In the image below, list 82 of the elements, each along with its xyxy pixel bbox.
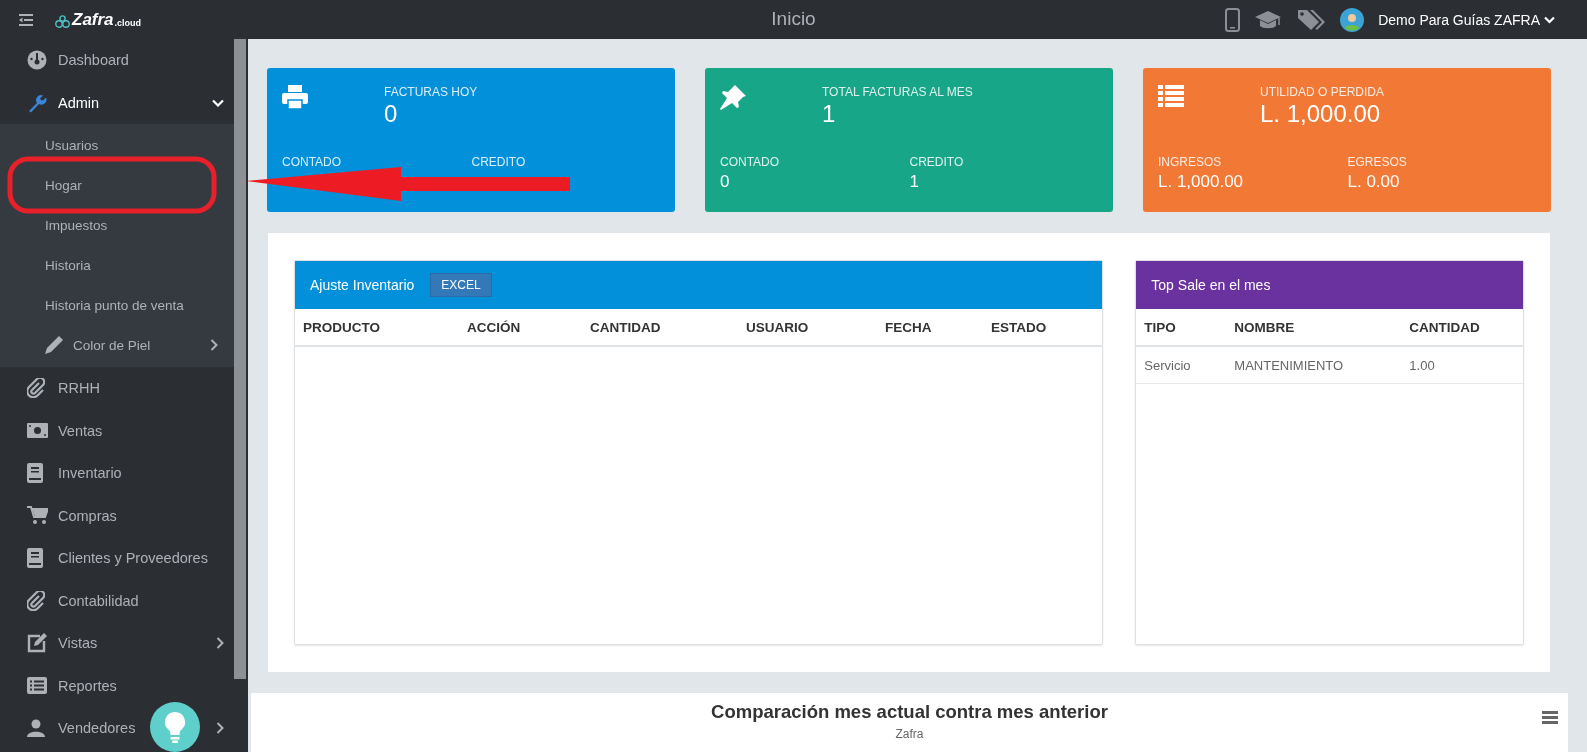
nav-item[interactable]: Dashboard: [0, 39, 234, 82]
edit-icon: [27, 633, 47, 654]
banknote-icon: [27, 423, 48, 439]
stat-value: 0: [720, 172, 731, 192]
stat-label: CREDITO: [909, 155, 965, 169]
logo[interactable]: Zafra.cloud: [55, 10, 142, 29]
menu-icon[interactable]: [19, 13, 33, 26]
paperclip-icon: [27, 590, 45, 611]
column-header: NOMBRE: [1234, 319, 1296, 335]
stat-value: L. 1,000.00: [1158, 172, 1245, 192]
column-header: CANTIDAD: [1409, 319, 1481, 335]
stat-label: CONTADO: [282, 155, 343, 169]
logo-suffix: .cloud: [114, 16, 142, 29]
submenu-item[interactable]: Impuestos: [0, 205, 234, 245]
submenu-item[interactable]: Historia: [0, 245, 234, 285]
user-icon: [27, 719, 45, 738]
table-cell-text: MANTENIMIENTO: [1234, 357, 1345, 373]
stat-label: INGRESOS: [1158, 155, 1223, 169]
wrench-icon: [27, 92, 47, 113]
nav-item[interactable]: Vendedores: [0, 707, 234, 750]
stat-label: CREDITO: [471, 155, 527, 169]
chevron-right-icon: [210, 339, 218, 351]
user-menu[interactable]: Demo Para Guías ZAFRA: [1378, 11, 1555, 28]
stat-value: 0: [384, 100, 399, 128]
book-icon: [27, 463, 43, 484]
column-header: ACCIÓN: [467, 319, 522, 335]
lightbulb-icon: [164, 711, 186, 743]
phone-icon[interactable]: [1225, 7, 1241, 32]
paperclip-icon: [27, 378, 45, 399]
table-cell-text: Servicio: [1144, 357, 1192, 373]
column-header: ESTADO: [991, 319, 1048, 335]
nav-item[interactable]: Ventas: [0, 409, 234, 452]
chevron-down-icon: [1544, 15, 1555, 24]
submenu-item[interactable]: Historia punto de venta: [0, 285, 234, 325]
nav-item[interactable]: Clientes y Proveedores: [0, 537, 234, 580]
chevron-right-icon: [216, 722, 224, 735]
column-header: CANTIDAD: [590, 319, 662, 335]
logo-text: Zafra: [72, 10, 114, 29]
stat-value: L. 1,000.00: [1260, 100, 1382, 128]
column-header: USUARIO: [746, 319, 810, 335]
column-header: FECHA: [885, 319, 933, 335]
chevron-right-icon: [216, 637, 224, 650]
column-header: PRODUCTO: [303, 319, 381, 335]
panel-title: Ajuste Inventario: [310, 277, 415, 293]
nav-item[interactable]: Contabilidad: [0, 579, 234, 622]
stat-value: 1: [909, 172, 920, 192]
nav-item[interactable]: RRHH: [0, 367, 234, 410]
panel-title: Top Sale en el mes: [1151, 277, 1271, 293]
chevron-down-icon: [212, 98, 224, 107]
book-icon: [27, 548, 43, 569]
chart-title: Comparación mes actual contra mes anterior: [711, 701, 1108, 723]
cart-icon: [27, 506, 48, 526]
tags-icon[interactable]: [1296, 7, 1327, 32]
stat-value: L. 0.00: [1347, 172, 1401, 192]
table-cell-text: 1.00: [1409, 357, 1436, 373]
list-icon: [1158, 85, 1184, 107]
stat-label: TOTAL FACTURAS AL MES: [822, 85, 973, 99]
bubbles-icon: [55, 14, 71, 29]
stat-label: CONTADO: [720, 155, 781, 169]
nav-item[interactable]: Admin: [0, 81, 234, 124]
stat-label: EGRESOS: [1347, 155, 1408, 169]
stat-label: UTILIDAD O PERDIDA: [1260, 85, 1385, 99]
menu-icon[interactable]: [1542, 711, 1558, 724]
printer-icon: [282, 85, 308, 109]
pushpin-icon: [720, 85, 746, 111]
submenu-item[interactable]: Color de Piel: [0, 325, 234, 365]
stat-label: FACTURAS HOY: [384, 85, 478, 99]
submenu-item[interactable]: Usuarios: [0, 125, 234, 165]
avatar-icon[interactable]: [1340, 7, 1365, 32]
excel-button[interactable]: EXCEL: [430, 273, 492, 297]
list-icon: [27, 677, 47, 695]
gauge-icon: [27, 50, 47, 71]
graduation-cap-icon[interactable]: [1254, 8, 1283, 31]
stat-value: 1: [822, 100, 837, 128]
nav-item[interactable]: Vistas: [0, 622, 234, 665]
column-header: TIPO: [1144, 319, 1177, 335]
nav-item[interactable]: Compras: [0, 494, 234, 537]
page-title: Inicio: [771, 8, 816, 30]
nav-item[interactable]: Inventario: [0, 452, 234, 495]
submenu-item[interactable]: Hogar: [0, 165, 234, 205]
pencil-icon: [45, 336, 63, 354]
chart-subtitle: Zafra: [895, 727, 924, 741]
